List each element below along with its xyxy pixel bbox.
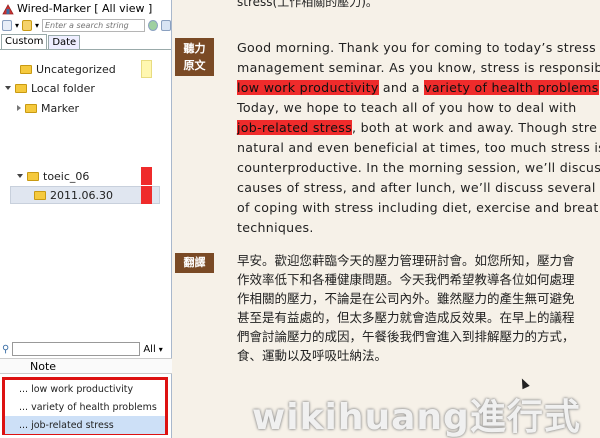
- transcript-line: counterproductive. In the morning sessio…: [237, 160, 600, 175]
- dropdown-arrow-icon[interactable]: ▾: [15, 21, 19, 30]
- tree-item-label: Uncategorized: [36, 62, 116, 76]
- tree-item-label: toeic_06: [43, 169, 90, 183]
- section-label-text: 翻譯: [183, 256, 206, 269]
- folder-icon: [34, 190, 46, 200]
- sidebar-toolbar: ▾ ▾: [0, 17, 171, 34]
- search-icon: ⚲: [2, 343, 10, 355]
- toeic-color-swatch: [141, 167, 152, 185]
- notes-list: ... low work productivity ... variety of…: [2, 377, 168, 435]
- list-item[interactable]: ... low work productivity: [5, 380, 165, 398]
- list-item[interactable]: ... job-related stress: [5, 416, 165, 434]
- column-header-label: Note: [30, 359, 57, 373]
- tree-item-2011-06-30[interactable]: 2011.06.30: [34, 186, 113, 204]
- chevron-down-icon[interactable]: ▾: [159, 345, 163, 354]
- cut-off-text: stress(工作相關的壓力)。: [237, 0, 378, 9]
- transcript-line: causes of stress, and after lunch, we’ll…: [237, 180, 596, 195]
- tree-item-marker[interactable]: Marker: [17, 99, 79, 117]
- translation-line: 食、運動以及呼吸吐納法。: [237, 348, 388, 363]
- folder-tree: Uncategorized Local folder Marker toeic_…: [0, 50, 171, 350]
- folder-menu-icon[interactable]: [22, 20, 32, 31]
- sidebar-title: Wired-Marker [ All view ]: [17, 2, 153, 15]
- tree-item-toeic-06[interactable]: toeic_06: [17, 167, 89, 185]
- collapse-arrow-icon[interactable]: [17, 174, 23, 178]
- chinese-translation: 早安。歡迎您蓒臨今天的壓力管理研討會。如您所知，壓力會 作效率低下和各種健康問題…: [237, 251, 600, 365]
- notes-column-header[interactable]: Note: [0, 358, 172, 374]
- section-label-text: 聽力原文: [183, 42, 206, 72]
- note-text: ... variety of health problems: [19, 401, 157, 413]
- transcript-line: natural and even beneficial at times, to…: [237, 140, 600, 155]
- list-item[interactable]: ... variety of health problems: [5, 398, 165, 416]
- wired-marker-icon: [2, 3, 14, 14]
- search-go-icon[interactable]: [148, 20, 158, 31]
- dropdown-arrow-icon[interactable]: ▾: [35, 21, 39, 30]
- tab-date[interactable]: Date: [48, 35, 81, 49]
- note-text: ... job-related stress: [19, 419, 114, 431]
- wired-marker-sidebar: Wired-Marker [ All view ] ▾ ▾ Custom Dat…: [0, 0, 172, 438]
- transcript-line: Good morning. Thank you for coming to to…: [237, 40, 596, 55]
- date-folder-color-swatch: [141, 186, 152, 204]
- section-label-translation: 翻譯: [175, 253, 214, 273]
- transcript-line: management seminar. As you know, stress …: [237, 60, 600, 75]
- transcript-text: and a: [378, 80, 425, 95]
- transcript-line: of coping with stress including diet, ex…: [237, 200, 599, 215]
- translation-line: 作效率低下和各種健康問題。今天我們希望教導各位如何處理: [237, 272, 575, 287]
- highlight-marker[interactable]: variety of health problems: [424, 80, 599, 95]
- transcript-line: job-related stress, both at work and awa…: [237, 118, 600, 138]
- sidebar-tabs: Custom Date: [0, 34, 171, 50]
- transcript-line: low work productivity and a variety of h…: [237, 78, 600, 98]
- folder-icon: [27, 171, 39, 181]
- tab-custom[interactable]: Custom: [1, 34, 48, 49]
- highlight-marker[interactable]: job-related stress: [237, 120, 352, 135]
- tree-item-local-folder[interactable]: Local folder: [5, 79, 95, 97]
- transcript-line: Today, we hope to teach all of you how t…: [237, 100, 577, 115]
- transcript-text: , both at work and away. Though stre: [351, 120, 598, 135]
- translation-line: 早安。歡迎您蓒臨今天的壓力管理研討會。如您所知，壓力會: [237, 253, 575, 268]
- translation-line: 甚至是有益處的，但太多壓力就會造成反效果。在早上的議程: [237, 310, 575, 325]
- watermark: wikihuang進行式: [252, 397, 581, 438]
- sidebar-titlebar: Wired-Marker [ All view ]: [0, 0, 171, 17]
- options-icon[interactable]: [160, 20, 171, 31]
- tree-item-label: Local folder: [31, 81, 95, 95]
- folder-icon: [25, 103, 37, 113]
- filter-select[interactable]: All: [143, 344, 155, 355]
- folder-icon: [20, 64, 32, 74]
- translation-line: 們會討論壓力的成因，午餐後我們會進入到排解壓力的方式，: [237, 329, 575, 344]
- section-label-listening: 聽力原文: [175, 38, 214, 76]
- search-input[interactable]: [42, 19, 145, 32]
- translation-line: 作相關的壓力，不論是在公司內外。雖然壓力的產生無可避免: [237, 291, 575, 306]
- note-text: ... low work productivity: [19, 383, 134, 395]
- tree-item-label: 2011.06.30: [50, 188, 113, 202]
- filter-bar: ⚲ All ▾: [0, 340, 172, 358]
- highlight-marker[interactable]: low work productivity: [237, 80, 379, 95]
- folder-icon: [15, 83, 27, 93]
- view-menu-icon[interactable]: [2, 20, 12, 31]
- uncategorized-color-swatch: [141, 60, 152, 78]
- transcript-line: techniques.: [237, 220, 314, 235]
- tree-item-label: Marker: [41, 101, 80, 115]
- filter-input[interactable]: [12, 342, 141, 356]
- expand-arrow-icon[interactable]: [17, 105, 21, 111]
- english-transcript: Good morning. Thank you for coming to to…: [237, 38, 600, 238]
- collapse-arrow-icon[interactable]: [5, 86, 11, 90]
- article-content: stress(工作相關的壓力)。 聽力原文 Good morning. Than…: [172, 0, 600, 438]
- tree-item-uncategorized[interactable]: Uncategorized: [20, 60, 116, 78]
